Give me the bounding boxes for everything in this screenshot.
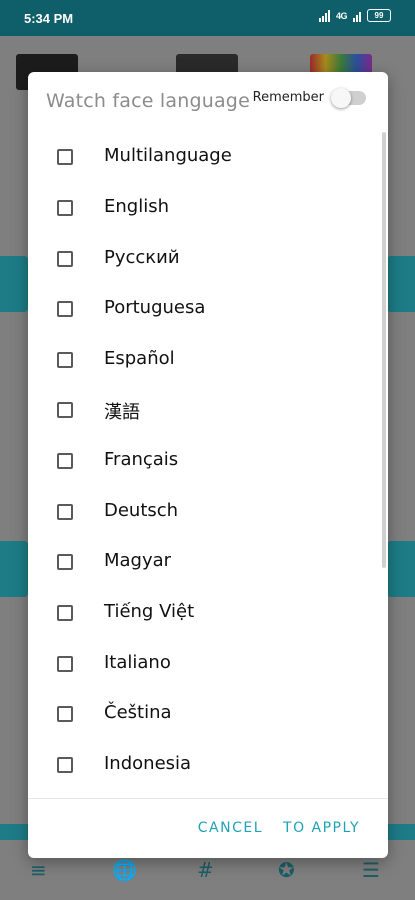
language-item-german[interactable]: Deutsch [28, 485, 388, 535]
language-list: Multilanguage English Русский Portuguesa… [28, 130, 388, 798]
sort-icon[interactable]: ≡ [30, 858, 47, 882]
checkbox[interactable] [57, 200, 73, 216]
language-dialog: Watch face language Remember Multilangua… [28, 72, 388, 858]
language-item-czech[interactable]: Čeština [28, 687, 388, 737]
remember-label: Remember [252, 90, 324, 105]
checkbox[interactable] [57, 301, 73, 317]
background-card [387, 541, 415, 597]
signal-icon-2 [353, 10, 361, 22]
cancel-button[interactable]: CANCEL [198, 820, 263, 836]
status-bar: 5:34 PM 4G 99 [0, 0, 415, 36]
dialog-actions: CANCEL TO APPLY [198, 820, 360, 836]
switch-knob [331, 87, 351, 108]
background-card [0, 541, 28, 597]
checkbox[interactable] [57, 251, 73, 267]
language-item-chinese[interactable]: 漢語 [28, 383, 388, 433]
remember-toggle-group: Remember [252, 87, 366, 108]
language-label: Italiano [104, 652, 171, 673]
background-card [387, 256, 415, 312]
language-item-russian[interactable]: Русский [28, 232, 388, 282]
checkbox[interactable] [57, 504, 73, 520]
checkbox[interactable] [57, 149, 73, 165]
hashtag-icon[interactable]: # [197, 858, 214, 882]
network-type: 4G [335, 10, 348, 21]
language-item-indonesian[interactable]: Indonesia [28, 738, 388, 788]
checkbox[interactable] [57, 656, 73, 672]
language-item-multilanguage[interactable]: Multilanguage [28, 130, 388, 180]
language-label: English [104, 196, 169, 217]
checkbox[interactable] [57, 352, 73, 368]
checkbox[interactable] [57, 706, 73, 722]
language-label: Indonesia [104, 753, 192, 774]
language-label: Français [104, 449, 179, 470]
menu-icon[interactable]: ☰ [362, 858, 380, 882]
background-card [0, 256, 28, 312]
language-label: Tiếng Việt [104, 601, 195, 622]
checkbox[interactable] [57, 605, 73, 621]
language-item-hungarian[interactable]: Magyar [28, 535, 388, 585]
status-icons: 4G 99 [318, 9, 391, 22]
language-label: Multilanguage [104, 145, 232, 166]
language-item-spanish[interactable]: Español [28, 333, 388, 383]
checkbox[interactable] [57, 402, 73, 418]
language-label: Portuguesa [104, 297, 206, 318]
language-label: Čeština [104, 702, 172, 723]
signal-icon [318, 9, 330, 22]
checkbox[interactable] [57, 453, 73, 469]
dialog-divider [28, 798, 388, 799]
language-label: Deutsch [104, 500, 179, 521]
dialog-title: Watch face language [46, 90, 250, 112]
language-label: 漢語 [104, 402, 140, 423]
apply-button[interactable]: TO APPLY [283, 820, 360, 836]
remember-switch[interactable] [331, 87, 366, 108]
language-item-portuguese[interactable]: Portuguesa [28, 282, 388, 332]
language-item-vietnamese[interactable]: Tiếng Việt [28, 586, 388, 636]
battery-icon: 99 [367, 9, 391, 22]
language-item-italian[interactable]: Italiano [28, 637, 388, 687]
star-badge-icon[interactable]: ✪ [278, 858, 295, 882]
language-label: Magyar [104, 550, 172, 571]
list-scrollbar[interactable] [382, 132, 386, 568]
checkbox[interactable] [57, 757, 73, 773]
language-label: Español [104, 348, 175, 369]
language-item-french[interactable]: Français [28, 434, 388, 484]
checkbox[interactable] [57, 554, 73, 570]
globe-icon[interactable]: 🌐 [112, 858, 137, 882]
language-item-english[interactable]: English [28, 181, 388, 231]
language-label: Русский [104, 247, 180, 268]
status-time: 5:34 PM [24, 11, 74, 26]
